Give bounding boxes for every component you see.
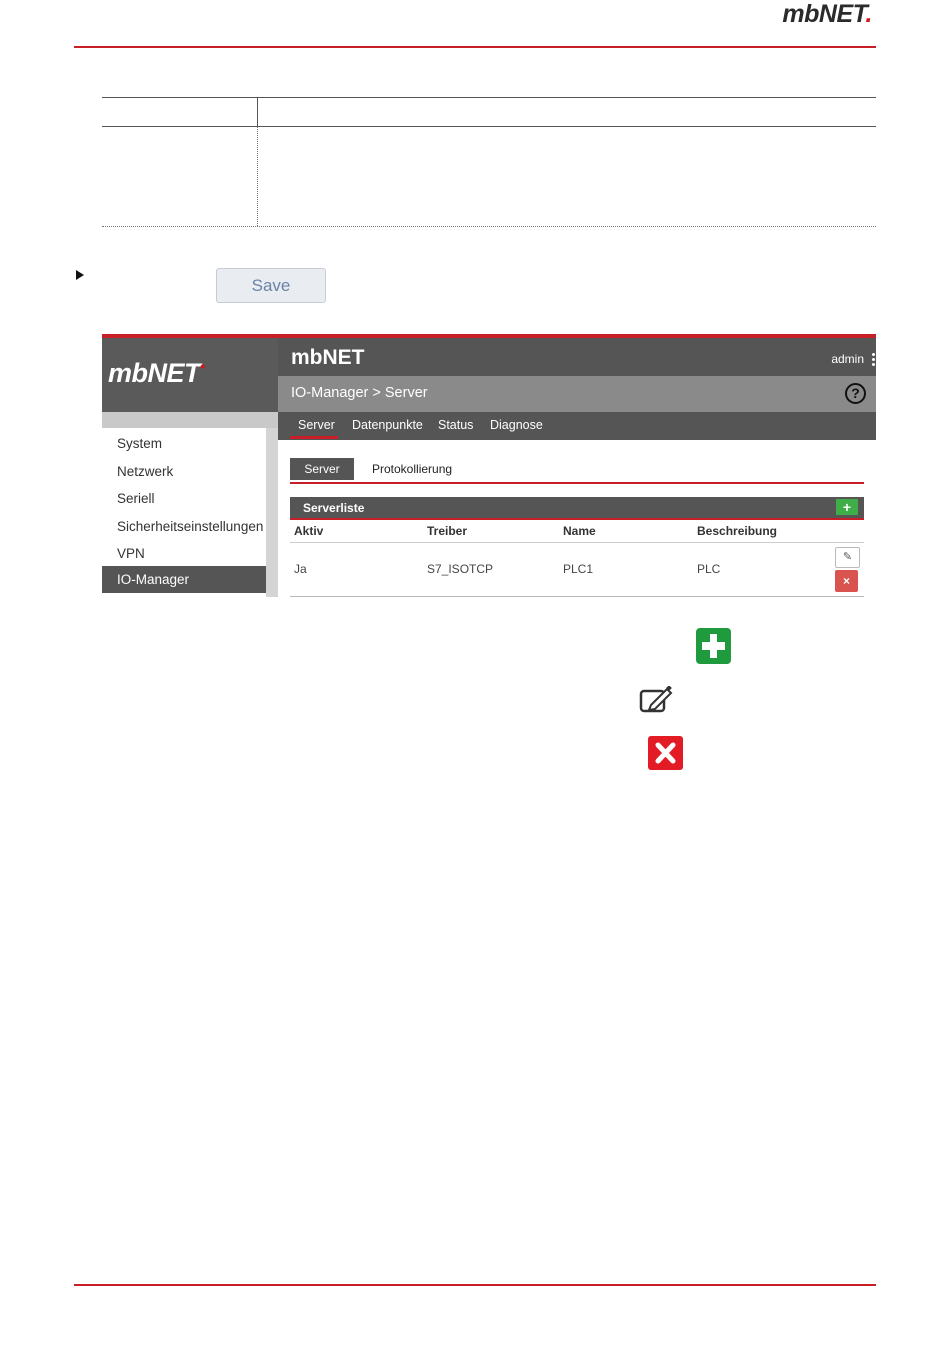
footer-rule [74,1284,876,1286]
sidebar-item-io-manager[interactable]: IO-Manager [102,566,266,593]
app-screenshot: mbNET• System Netzwerk Seriell Sicherhei… [102,334,876,597]
main-tabs: Server Datenpunkte Status Diagnose [278,412,876,440]
sidebar-item-netzwerk[interactable]: Netzwerk [102,458,266,485]
cell-name: PLC1 [563,562,594,576]
server-list-header: Serverliste + [290,497,864,518]
delete-icon [648,736,683,770]
table-header-rule [102,126,876,127]
add-server-button[interactable]: + [836,499,858,515]
breadcrumb-bar: IO-Manager > Server ? [278,376,876,412]
tab-status[interactable]: Status [438,418,473,432]
add-icon [696,628,731,664]
tab-diagnose[interactable]: Diagnose [490,418,543,432]
cell-aktiv: Ja [294,562,307,576]
step-bullet-icon [76,270,84,280]
breadcrumb: IO-Manager > Server [291,385,428,401]
list-header-rule [290,518,864,520]
column-header-beschreibung: Beschreibung [697,524,778,538]
sidebar-menu: System Netzwerk Seriell Sicherheitseinst… [102,428,266,597]
subtab-rule [290,482,864,484]
tab-server[interactable]: Server [298,418,335,432]
table-row-rule [290,596,864,597]
sidebar-brand: mbNET• [102,338,278,412]
table-bottom-rule [102,226,876,227]
delete-server-button[interactable]: × [835,570,858,592]
header-brand-logo: mbNET. [782,0,872,28]
header-rule [74,46,876,48]
kebab-menu-icon[interactable] [872,353,875,367]
table-top-rule [102,97,876,98]
subtab-server[interactable]: Server [290,458,354,480]
subtab-protokollierung[interactable]: Protokollierung [372,462,452,476]
column-header-aktiv: Aktiv [294,524,324,538]
server-list-title: Serverliste [303,501,365,515]
help-icon[interactable]: ? [845,383,866,404]
app-logo: mbNET• [108,358,205,388]
table-column-divider [257,98,258,126]
sidebar-item-system[interactable]: System [102,430,266,457]
column-header-name: Name [563,524,596,538]
sidebar-spacer [102,412,278,428]
edit-server-button[interactable]: ✎ [835,547,860,568]
sidebar-item-vpn[interactable]: VPN [102,540,266,567]
save-button[interactable]: Save [216,268,326,303]
column-header-rule [290,542,864,543]
app-header: mbNET admin [278,338,876,376]
cell-beschreibung: PLC [697,562,721,576]
sidebar-item-seriell[interactable]: Seriell [102,485,266,512]
user-menu[interactable]: admin [831,352,864,366]
table-column-divider-dotted [257,127,258,226]
edit-icon [639,685,675,714]
cell-treiber: S7_ISOTCP [427,562,494,576]
column-header-treiber: Treiber [427,524,468,538]
sidebar-item-sicherheitseinstellungen[interactable]: Sicherheitseinstellungen [102,513,266,540]
sidebar-scrollbar[interactable] [266,428,278,597]
tab-datenpunkte[interactable]: Datenpunkte [352,418,423,432]
active-tab-indicator [290,436,338,439]
app-title: mbNET [291,346,365,369]
